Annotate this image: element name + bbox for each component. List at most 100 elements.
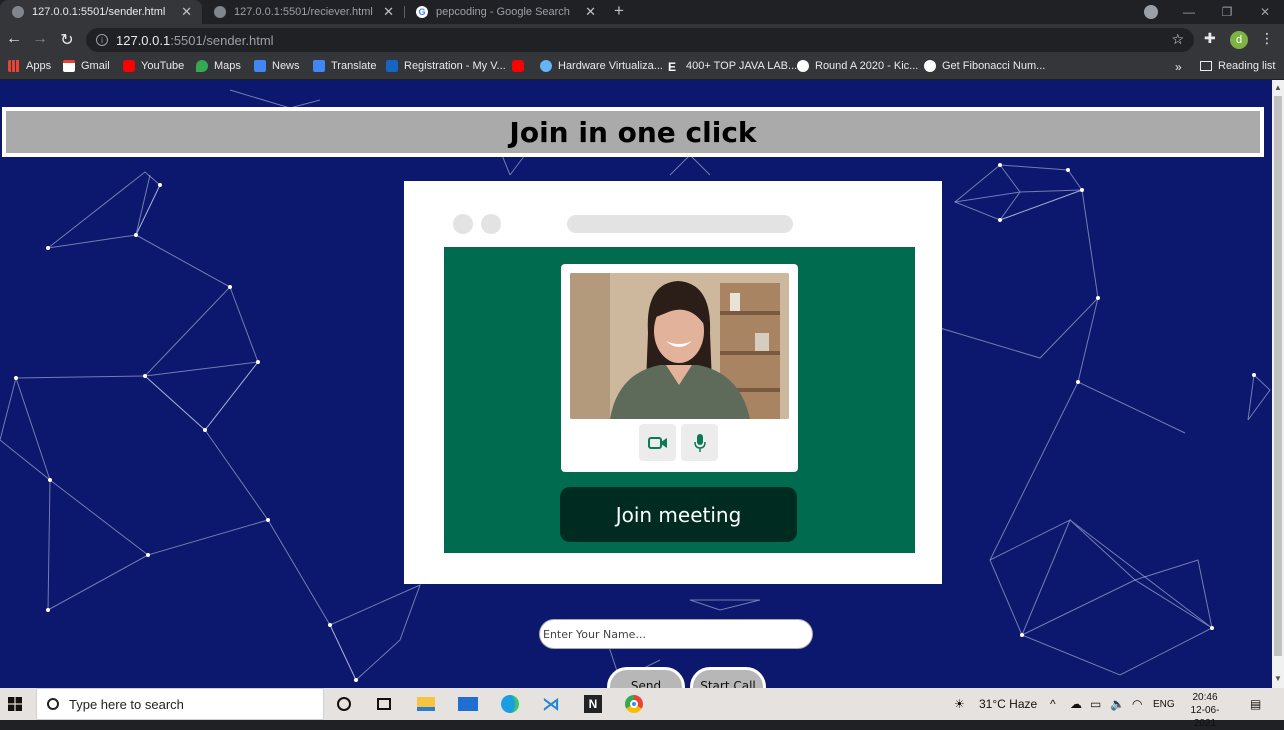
bookmark-globe-icon: [540, 60, 552, 72]
battery-icon[interactable]: ▭: [1090, 697, 1101, 711]
web-page: Join in one click Join meeting Enter You…: [0, 80, 1272, 688]
language-indicator[interactable]: ENG: [1153, 699, 1175, 710]
menu-kebab-icon[interactable]: ⋮: [1260, 30, 1274, 47]
search-icon: [47, 698, 59, 710]
browser-tab-strip: 127.0.0.1:5501/sender.html ✕ 127.0.0.1:5…: [0, 0, 1284, 24]
windows-taskbar: Type here to search ⋊ N ☀ 31°C Haze ^ ☁ …: [0, 688, 1284, 729]
microphone-icon: [693, 433, 706, 452]
globe-icon: [12, 6, 24, 18]
bookmark-gmail[interactable]: Gmail: [63, 60, 110, 72]
tab-search-icon[interactable]: [1144, 5, 1158, 19]
youtube-icon: [123, 60, 135, 72]
restore-icon[interactable]: ❐: [1208, 5, 1246, 19]
send-button[interactable]: Send: [607, 667, 685, 688]
address-bar[interactable]: i 127.0.0.1:5501/sender.html ☆: [86, 28, 1194, 52]
minimize-icon[interactable]: —: [1170, 5, 1208, 19]
chrome-icon[interactable]: [623, 694, 645, 714]
onedrive-cloud-icon[interactable]: ☁: [1070, 697, 1082, 711]
scroll-down-arrow-icon[interactable]: ▼: [1274, 674, 1282, 683]
bookmark-youtube[interactable]: YouTube: [123, 60, 184, 72]
gmail-icon: [63, 60, 75, 72]
page-title: Join in one click: [509, 115, 757, 149]
illustration-panel: Join meeting: [444, 247, 915, 553]
chevron-up-icon[interactable]: ^: [1050, 697, 1056, 711]
bookmarks-overflow-button[interactable]: »: [1175, 60, 1182, 74]
bookmark-maps[interactable]: Maps: [196, 60, 241, 72]
edge-browser-icon[interactable]: [499, 694, 521, 714]
join-meeting-button: Join meeting: [560, 487, 797, 542]
tab-title: 127.0.0.1:5501/sender.html: [32, 6, 166, 18]
window-dot: [481, 214, 501, 234]
url-path: :5501/sender.html: [170, 32, 274, 48]
notion-icon[interactable]: N: [582, 694, 604, 714]
tab-title: 127.0.0.1:5501/reciever.html: [234, 6, 373, 18]
illustration-address-bar: [567, 215, 793, 233]
new-tab-button[interactable]: +: [614, 1, 624, 21]
browser-toolbar: ← → ↻ i 127.0.0.1:5501/sender.html ☆ ✚ d…: [0, 24, 1284, 56]
globe-icon: [924, 60, 936, 72]
apps-grid-icon: [8, 60, 20, 72]
translate-icon: [313, 60, 325, 72]
profile-avatar[interactable]: d: [1230, 31, 1248, 49]
reload-icon[interactable]: ↻: [57, 30, 77, 50]
mail-icon[interactable]: [457, 694, 479, 714]
mic-toggle-button: [681, 424, 718, 461]
weather-haze-icon[interactable]: ☀: [954, 697, 965, 711]
maps-pin-icon: [196, 60, 208, 72]
youtube-icon: [512, 60, 524, 72]
bookmarks-bar: Apps Gmail YouTube Maps News Translate R…: [0, 56, 1284, 80]
scrollbar-thumb[interactable]: [1274, 96, 1282, 656]
task-view-icon[interactable]: [373, 694, 395, 714]
file-explorer-icon[interactable]: [415, 694, 437, 714]
windows-start-icon[interactable]: [8, 697, 22, 711]
bookmark-star-icon[interactable]: ☆: [1171, 31, 1184, 48]
notifications-icon[interactable]: ▤: [1250, 697, 1261, 711]
page-header-bar: Join in one click: [2, 107, 1264, 157]
clock-time: 20:46: [1192, 692, 1218, 703]
close-icon[interactable]: ✕: [181, 4, 192, 20]
google-g-icon: [797, 60, 809, 72]
scroll-up-arrow-icon[interactable]: ▲: [1274, 83, 1282, 92]
page-scrollbar[interactable]: ▲ ▼: [1272, 80, 1284, 688]
window-dot: [453, 214, 473, 234]
wifi-icon[interactable]: ◠: [1132, 697, 1142, 711]
bookmark-round-a[interactable]: Round A 2020 - Kic...: [797, 60, 918, 72]
close-window-icon[interactable]: ✕: [1246, 5, 1284, 19]
e-letter-icon: E: [668, 60, 677, 74]
vscode-icon[interactable]: ⋊: [540, 694, 562, 714]
tab-title: pepcoding - Google Search: [436, 6, 570, 18]
cortana-icon[interactable]: [333, 694, 355, 714]
info-icon[interactable]: i: [96, 34, 108, 46]
forward-arrow-icon[interactable]: →: [30, 30, 50, 48]
tab-google-search[interactable]: G pepcoding - Google Search ✕: [404, 0, 606, 24]
bookmark-registration[interactable]: Registration - My V...: [386, 60, 506, 72]
bookmark-youtube-2[interactable]: [512, 60, 530, 72]
bookmark-news[interactable]: News: [254, 60, 300, 72]
clock-date: 12-06-2021: [1190, 705, 1220, 729]
bookmark-translate[interactable]: Translate: [313, 60, 376, 72]
extensions-puzzle-icon[interactable]: ✚: [1204, 30, 1216, 47]
start-call-button[interactable]: Start Call: [690, 667, 766, 688]
tab-reciever[interactable]: 127.0.0.1:5501/reciever.html ✕: [202, 0, 404, 24]
close-icon[interactable]: ✕: [383, 4, 394, 20]
window-controls: — ❐ ✕: [1170, 0, 1284, 24]
taskbar-search-box[interactable]: Type here to search: [36, 688, 324, 720]
reading-list-button[interactable]: Reading list: [1200, 60, 1275, 72]
back-arrow-icon[interactable]: ←: [4, 30, 24, 48]
volume-icon[interactable]: 🔈: [1110, 697, 1125, 711]
bookmark-hardware-virtualization[interactable]: Hardware Virtualiza...: [540, 60, 663, 72]
reading-list-icon: [1200, 61, 1212, 71]
name-input[interactable]: [539, 619, 813, 649]
close-icon[interactable]: ✕: [585, 4, 596, 20]
url-host: 127.0.0.1: [116, 32, 171, 48]
bookmark-java-labs[interactable]: E 400+ TOP JAVA LAB...: [668, 60, 797, 74]
tab-sender[interactable]: 127.0.0.1:5501/sender.html ✕: [0, 0, 202, 24]
bookmark-fibonacci[interactable]: Get Fibonacci Num...: [924, 60, 1045, 72]
taskbar-clock[interactable]: 20:46 12-06-2021: [1180, 691, 1230, 730]
weather-text[interactable]: 31°C Haze: [979, 697, 1037, 711]
google-g-icon: G: [416, 6, 428, 18]
google-news-icon: [254, 60, 266, 72]
meeting-illustration-card: Join meeting: [404, 181, 942, 584]
bookmark-apps[interactable]: Apps: [8, 60, 51, 72]
video-camera-icon: [647, 436, 667, 449]
